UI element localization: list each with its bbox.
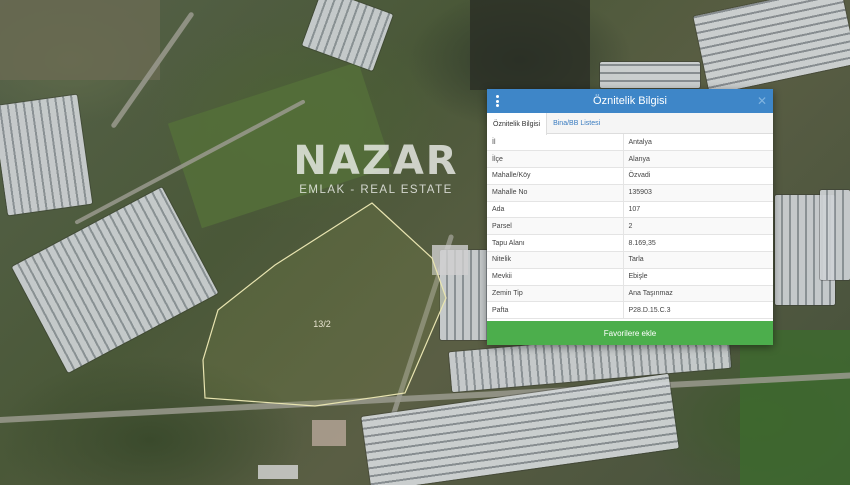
- table-row: İlçe Alanya: [487, 150, 773, 169]
- attribute-key: Mevkii: [487, 268, 624, 286]
- table-row: Zemin Tip Ana Taşınmaz: [487, 285, 773, 303]
- attribute-value: 107: [623, 201, 773, 219]
- parcel-label: 13/2: [313, 319, 331, 329]
- attribute-key: İl: [487, 134, 624, 152]
- attribute-key: İlçe: [487, 150, 624, 169]
- table-row: Pafta P28.D.15.C.3: [487, 301, 773, 320]
- attribute-value: 2: [623, 217, 773, 236]
- attribute-info-dialog: Öznitelik Bilgisi ✕ Öznitelik Bilgisi Bi…: [487, 89, 773, 345]
- table-row: İl Antalya: [487, 134, 773, 152]
- attribute-value: 8.169,35: [623, 234, 773, 253]
- menu-dots-icon[interactable]: [496, 95, 500, 107]
- table-row: Ada 107: [487, 201, 773, 219]
- table-row: Parsel 2: [487, 217, 773, 236]
- parcel-boundary[interactable]: [202, 202, 447, 407]
- attribute-key: Mahalle/Köy: [487, 167, 624, 185]
- attribute-key: Mahalle No: [487, 184, 624, 202]
- attribute-key: Nitelik: [487, 251, 624, 269]
- attribute-key: Pafta: [487, 301, 624, 320]
- attribute-value: P28.D.15.C.3: [623, 301, 773, 320]
- table-row: Mevkii Ebişle: [487, 268, 773, 286]
- dialog-header: Öznitelik Bilgisi ✕: [487, 89, 773, 113]
- table-row: Tapu Alanı 8.169,35: [487, 234, 773, 253]
- table-row: Mahalle/Köy Özvadi: [487, 167, 773, 185]
- attribute-key: Zemin Tip: [487, 285, 624, 303]
- attribute-key: Parsel: [487, 217, 624, 236]
- tab-building-list[interactable]: Bina/BB Listesi: [547, 113, 606, 133]
- tab-attribute-info[interactable]: Öznitelik Bilgisi: [487, 113, 548, 135]
- attribute-value: Özvadi: [623, 167, 773, 185]
- attribute-key: Ada: [487, 201, 624, 219]
- attribute-value: 135903: [623, 184, 773, 202]
- add-to-favorites-button[interactable]: Favorilere ekle: [487, 321, 773, 345]
- table-row: Mahalle No 135903: [487, 184, 773, 202]
- close-icon[interactable]: ✕: [757, 93, 767, 109]
- dialog-title: Öznitelik Bilgisi: [593, 95, 667, 107]
- attribute-value: Alanya: [623, 150, 773, 169]
- attribute-value: Ebişle: [623, 268, 773, 286]
- attribute-value: Ana Taşınmaz: [623, 285, 773, 303]
- attribute-value: Antalya: [623, 134, 773, 152]
- attribute-value: Tarla: [623, 251, 773, 269]
- attribute-table: İl Antalya İlçe Alanya Mahalle/Köy Özvadi Maha…: [487, 134, 773, 320]
- dialog-tabs: Öznitelik Bilgisi Bina/BB Listesi: [487, 113, 773, 135]
- attribute-key: Tapu Alanı: [487, 234, 624, 253]
- table-row: Nitelik Tarla: [487, 251, 773, 269]
